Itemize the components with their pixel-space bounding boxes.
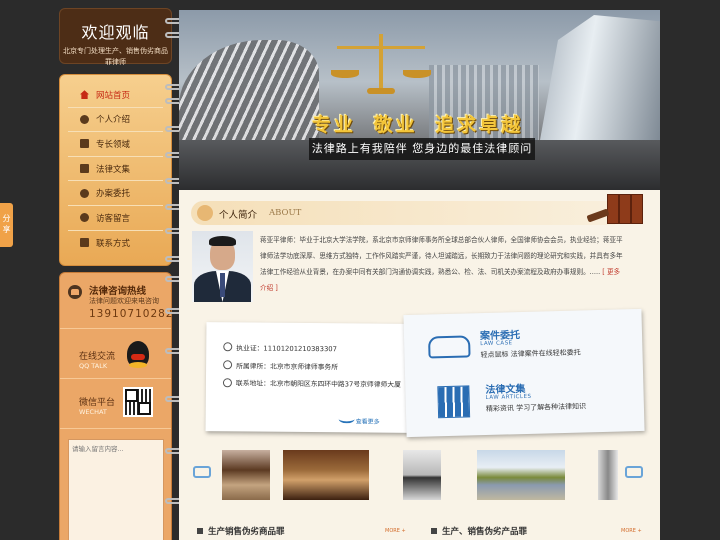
- gallery-photo[interactable]: [283, 450, 369, 500]
- welcome-subtitle: 北京专门处理生产、销售伪劣商品罪律师: [63, 47, 168, 66]
- book-icon: [80, 164, 89, 174]
- nav-item-home[interactable]: 网站首页: [68, 83, 163, 108]
- license-row: 执业证：11101201210383307: [223, 342, 337, 353]
- building-illustration: [179, 40, 319, 150]
- qq-title: 在线交流: [79, 352, 116, 362]
- about-title-en: ABOUT: [269, 208, 302, 218]
- nav-label: 专长领域: [96, 139, 131, 150]
- service-cards: 案件委托 LAW CASE 轻点鼠标 法律案件在线轻松委托 法律文集 LAW A…: [403, 308, 645, 438]
- case-card-en: LAW CASE: [480, 340, 513, 348]
- nav-item-articles[interactable]: 法律文集: [68, 157, 163, 182]
- case-card-desc: 轻点鼠标 法律案件在线轻松委托: [480, 348, 581, 360]
- gallery-photo[interactable]: [477, 450, 565, 500]
- nav-label: 网站首页: [96, 90, 131, 101]
- photo-gallery: [193, 450, 647, 506]
- share-label: 分享: [2, 214, 11, 234]
- bottom-sections: 生产销售伪劣商品罪 MORE + 生产、销售伪劣产品罪 MORE +: [193, 522, 647, 540]
- main-nav: 网站首页 个人介绍 专长领域 法律文集 办案委托 访客留言 联系方式: [59, 74, 172, 266]
- briefcase-icon: [80, 188, 89, 198]
- wechat-block: 微信平台 WECHAT: [60, 381, 171, 429]
- about-header: 个人简介 ABOUT: [191, 201, 615, 225]
- welcome-box: 欢迎观临 北京专门处理生产、销售伪劣商品罪律师: [59, 8, 172, 66]
- section-left-more[interactable]: MORE +: [385, 528, 406, 534]
- building-illustration: [540, 15, 660, 140]
- wechat-title: 微信平台: [79, 398, 116, 408]
- hotline-subtitle: 法律问题欢迎来电咨询: [89, 297, 159, 305]
- welcome-title: 欢迎观临: [81, 23, 150, 42]
- section-right-label: 生产、销售伪劣产品罪: [442, 527, 528, 537]
- view-more-link[interactable]: 查看更多: [356, 416, 380, 425]
- nav-item-guestbook[interactable]: 访客留言: [68, 206, 163, 231]
- contact-panel: 法律咨询热线 法律问题欢迎来电咨询 13910710282 在线交流 QQ TA…: [59, 272, 174, 540]
- hotline-block: 法律咨询热线 法律问题欢迎来电咨询 13910710282: [60, 273, 174, 329]
- share-tab[interactable]: 分享: [0, 203, 13, 247]
- banner-subslogan: 法律路上有我陪伴 您身边的最佳法律顾问: [309, 138, 535, 160]
- gallery-photo[interactable]: [598, 450, 618, 500]
- hotline-number[interactable]: 13910710282: [89, 308, 174, 320]
- nav-item-cases[interactable]: 办案委托: [68, 181, 163, 206]
- phone-icon: [80, 238, 89, 248]
- nav-label: 法律文集: [96, 164, 131, 175]
- qq-subtitle: QQ TALK: [79, 362, 108, 370]
- articles-card-en: LAW ARTICLES: [485, 393, 532, 402]
- bullet-icon: [197, 528, 203, 534]
- arrow-left-icon[interactable]: [193, 466, 211, 478]
- nav-label: 联系方式: [96, 238, 131, 249]
- address-text: 联系地址：北京市朝阳区东四环中路37号京师律师大厦: [235, 379, 401, 389]
- about-title: 个人简介: [219, 210, 258, 221]
- address-row: 联系地址：北京市朝阳区东四环中路37号京师律师大厦: [222, 378, 403, 391]
- section-right-more[interactable]: MORE +: [621, 528, 642, 534]
- telephone-icon: [68, 285, 82, 299]
- firm-text: 所属律所：北京市京师律师事务所: [236, 362, 339, 372]
- curved-arrow-icon: [338, 414, 355, 424]
- wechat-subtitle: WECHAT: [79, 408, 107, 416]
- gallery-photo[interactable]: [222, 450, 270, 500]
- section-left-title: 生产销售伪劣商品罪: [197, 525, 285, 537]
- lawyer-portrait: [192, 231, 253, 302]
- bullet-icon: [431, 528, 437, 534]
- arrow-right-icon[interactable]: [625, 466, 643, 478]
- nav-item-expertise[interactable]: 专长领域: [68, 132, 163, 157]
- nav-item-profile[interactable]: 个人介绍: [68, 108, 163, 133]
- books-icon: [437, 385, 471, 419]
- nav-label: 办案委托: [96, 189, 131, 200]
- qq-penguin-icon[interactable]: [127, 341, 149, 368]
- qq-block[interactable]: 在线交流 QQ TALK: [60, 335, 171, 379]
- justice-scale-icon: [329, 34, 433, 96]
- section-left-label: 生产销售伪劣商品罪: [208, 527, 285, 537]
- star-icon: [223, 360, 233, 370]
- hotline-title: 法律咨询热线: [89, 286, 147, 297]
- banner-slogan: 专业 敬业 追求卓越: [312, 114, 524, 136]
- chat-icon: [80, 213, 89, 223]
- qr-code-icon: [123, 387, 153, 417]
- handshake-icon: [428, 335, 471, 359]
- law-books-gavel-icon: [586, 194, 643, 226]
- about-text: 蒋亚平律师：毕业于北京大学法学院，系北京市京师律师事务所全球总部合伙人律师，全国…: [260, 232, 626, 296]
- sidebar: 欢迎观临 北京专门处理生产、销售伪劣商品罪律师 网站首页 个人介绍 专长领域 法…: [59, 8, 173, 540]
- hero-banner: 专业 敬业 追求卓越 法律路上有我陪伴 您身边的最佳法律顾问: [179, 10, 660, 190]
- gallery-photo[interactable]: [403, 450, 441, 500]
- firm-row: 所属律所：北京市京师律师事务所: [223, 360, 338, 371]
- home-icon: [80, 90, 89, 100]
- main-content: 专业 敬业 追求卓越 法律路上有我陪伴 您身边的最佳法律顾问 个人简介 ABOU…: [179, 10, 660, 540]
- about-body: 蒋亚平律师：毕业于北京大学法学院，系北京市京师律师事务所全球总部合伙人律师，全国…: [260, 236, 623, 276]
- message-input[interactable]: [68, 439, 164, 540]
- nav-label: 个人介绍: [96, 115, 131, 126]
- nav-item-contact[interactable]: 联系方式: [68, 231, 163, 256]
- location-pin-icon: [222, 378, 232, 388]
- star-icon: [80, 139, 89, 149]
- nav-label: 访客留言: [96, 213, 131, 224]
- license-text: 执业证：11101201210383307: [236, 344, 337, 354]
- profile-section-icon: [197, 205, 213, 221]
- info-notepad: 执业证：11101201210383307 所属律所：北京市京师律师事务所 联系…: [205, 322, 411, 433]
- license-icon: [223, 342, 233, 352]
- person-icon: [80, 114, 89, 124]
- articles-card-desc: 精彩资讯 学习了解各种法律知识: [485, 402, 587, 414]
- section-right-title: 生产、销售伪劣产品罪: [431, 525, 527, 537]
